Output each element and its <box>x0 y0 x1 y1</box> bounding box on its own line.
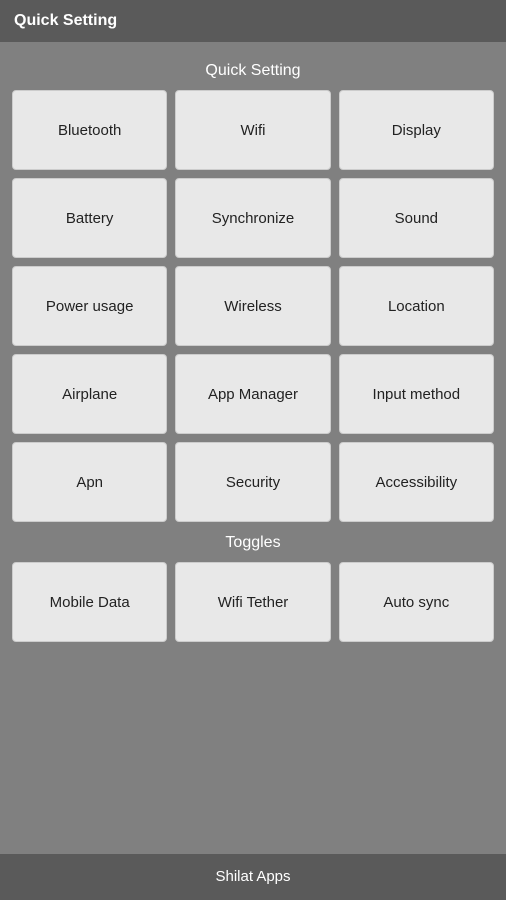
tile-label-bluetooth: Bluetooth <box>58 122 121 139</box>
title-bar: Quick Setting <box>0 0 506 42</box>
tile-label-accessibility: Accessibility <box>375 474 457 491</box>
tile-apn[interactable]: Apn <box>12 442 167 522</box>
tile-label-auto-sync: Auto sync <box>383 594 449 611</box>
tile-bluetooth[interactable]: Bluetooth <box>12 90 167 170</box>
tile-battery[interactable]: Battery <box>12 178 167 258</box>
tile-label-security: Security <box>226 474 280 491</box>
tile-accessibility[interactable]: Accessibility <box>339 442 494 522</box>
tile-label-sound: Sound <box>395 210 438 227</box>
toggles-section-label: Toggles <box>12 534 494 552</box>
tile-power-usage[interactable]: Power usage <box>12 266 167 346</box>
tile-airplane[interactable]: Airplane <box>12 354 167 434</box>
quick-setting-section-label: Quick Setting <box>12 62 494 80</box>
toggles-grid: Mobile Data Wifi Tether Auto sync <box>12 562 494 642</box>
main-content: Quick Setting Bluetooth Wifi Display Batter… <box>0 42 506 854</box>
footer: Shilat Apps <box>0 854 506 900</box>
tile-display[interactable]: Display <box>339 90 494 170</box>
tile-label-synchronize: Synchronize <box>212 210 295 227</box>
tile-label-apn: Apn <box>76 474 103 491</box>
tile-label-battery: Battery <box>66 210 114 227</box>
tile-label-power-usage: Power usage <box>46 298 134 315</box>
tile-label-wifi-tether: Wifi Tether <box>218 594 289 611</box>
tile-synchronize[interactable]: Synchronize <box>175 178 330 258</box>
tile-label-wifi: Wifi <box>240 122 265 139</box>
tile-auto-sync[interactable]: Auto sync <box>339 562 494 642</box>
tile-label-display: Display <box>392 122 441 139</box>
tile-wireless[interactable]: Wireless <box>175 266 330 346</box>
footer-label: Shilat Apps <box>215 868 290 885</box>
tile-label-app-manager: App Manager <box>208 386 298 403</box>
tile-location[interactable]: Location <box>339 266 494 346</box>
tile-label-location: Location <box>388 298 445 315</box>
tile-label-airplane: Airplane <box>62 386 117 403</box>
tile-input-method[interactable]: Input method <box>339 354 494 434</box>
tile-label-wireless: Wireless <box>224 298 282 315</box>
tile-mobile-data[interactable]: Mobile Data <box>12 562 167 642</box>
title-bar-label: Quick Setting <box>14 12 117 29</box>
tile-wifi[interactable]: Wifi <box>175 90 330 170</box>
tile-security[interactable]: Security <box>175 442 330 522</box>
tile-label-mobile-data: Mobile Data <box>50 594 130 611</box>
quick-setting-grid: Bluetooth Wifi Display Battery Synchronize So… <box>12 90 494 522</box>
tile-app-manager[interactable]: App Manager <box>175 354 330 434</box>
tile-label-input-method: Input method <box>373 386 461 403</box>
tile-wifi-tether[interactable]: Wifi Tether <box>175 562 330 642</box>
tile-sound[interactable]: Sound <box>339 178 494 258</box>
